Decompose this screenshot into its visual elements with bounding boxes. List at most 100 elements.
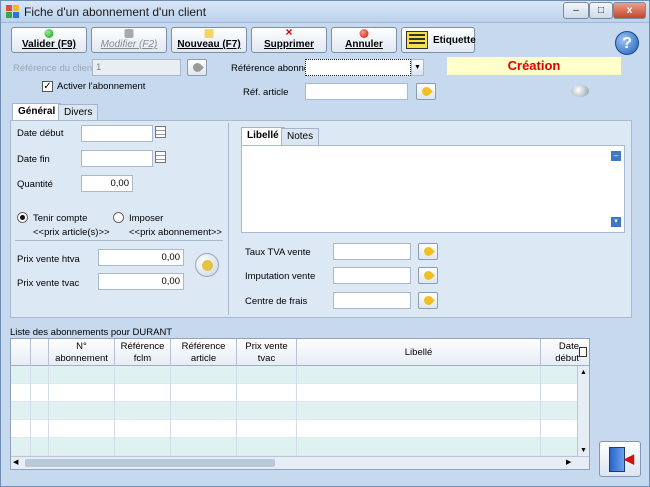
green-light-icon: [44, 29, 54, 38]
ref-article-label: Réf. article: [243, 87, 289, 98]
centre-frais-field[interactable]: [333, 292, 411, 309]
column-divider: [228, 123, 229, 315]
prix-abonnement-sublabel: <<prix abonnement>>: [129, 227, 222, 238]
table-row[interactable]: [11, 366, 577, 384]
horizontal-scrollbar[interactable]: ◀ ▶: [11, 456, 589, 469]
column-header-ref-fclm[interactable]: Référence fclm: [115, 339, 171, 366]
date-fin-label: Date fin: [17, 154, 50, 165]
chevron-down-icon[interactable]: ▼: [411, 59, 424, 76]
column-header-libelle[interactable]: Libellé: [297, 339, 541, 366]
taux-tva-field[interactable]: [333, 243, 411, 260]
prix-htva-field[interactable]: 0,00: [98, 249, 184, 266]
window-title: Fiche d'un abonnement d'un client: [24, 5, 207, 19]
column-header-prix-tvac[interactable]: Prix vente tvac: [237, 339, 297, 366]
ref-client-label: Référence du client: [13, 63, 95, 74]
label-sheet-icon: [406, 31, 428, 49]
table-row[interactable]: [11, 402, 577, 420]
valider-button[interactable]: Valider (F9): [11, 27, 87, 53]
centre-frais-label: Centre de frais: [245, 296, 308, 307]
scrollbar-thumb[interactable]: [25, 459, 275, 467]
exit-button[interactable]: ◀: [599, 441, 641, 477]
column-header[interactable]: [31, 339, 49, 366]
scroll-down-icon[interactable]: ▾: [611, 217, 621, 227]
ref-article-lookup-button[interactable]: [416, 83, 436, 100]
table-row[interactable]: [11, 438, 577, 456]
tenir-compte-label: Tenir compte: [33, 213, 88, 224]
lookup-arrow-icon: [422, 245, 435, 258]
scroll-up-icon[interactable]: ▲: [579, 368, 588, 377]
help-icon[interactable]: ?: [615, 31, 639, 55]
table-row[interactable]: [11, 420, 577, 438]
ref-client-lookup-button[interactable]: [187, 59, 207, 76]
column-header-numero[interactable]: N° abonnement: [49, 339, 115, 366]
modifier-button[interactable]: Modifier (F2): [91, 27, 167, 53]
pencil-icon: [124, 29, 134, 38]
app-icon: [6, 5, 19, 18]
quantite-field[interactable]: 0,00: [81, 175, 133, 192]
activer-checkbox[interactable]: ✓: [42, 81, 53, 92]
maximize-button[interactable]: □: [589, 2, 613, 19]
lookup-arrow-icon: [420, 85, 433, 98]
taux-tva-label: Taux TVA vente: [245, 247, 311, 258]
imposer-radio[interactable]: [113, 212, 124, 223]
main-window: Fiche d'un abonnement d'un client – □ x …: [0, 0, 650, 487]
scroll-right-icon[interactable]: ▶: [566, 458, 575, 468]
taux-tva-lookup-button[interactable]: [418, 243, 438, 260]
calculator-icon[interactable]: [195, 253, 219, 277]
date-fin-field[interactable]: [81, 150, 153, 167]
column-header-date-debut[interactable]: Date début: [541, 339, 581, 366]
quantite-label: Quantité: [17, 179, 53, 190]
vertical-scrollbar[interactable]: ▲ ▼: [577, 366, 589, 457]
activer-label: Activer l'abonnement: [57, 81, 146, 92]
list-title: Liste des abonnements pour DURANT: [10, 327, 173, 338]
tab-libelle[interactable]: Libellé: [241, 127, 285, 145]
delete-x-icon: ×: [285, 25, 293, 39]
ref-abonne-label: Référence abonne: [231, 63, 310, 74]
prix-article-sublabel: <<prix article(s)>>: [33, 227, 110, 238]
ref-abonne-select[interactable]: [305, 59, 411, 76]
prix-tvac-label: Prix vente tvac: [17, 278, 80, 289]
calendar-icon[interactable]: [155, 151, 166, 163]
imputation-label: Imputation vente: [245, 271, 316, 282]
table-row[interactable]: [11, 384, 577, 402]
close-button[interactable]: x: [613, 2, 646, 19]
tab-divers[interactable]: Divers: [58, 104, 99, 121]
date-debut-label: Date début: [17, 128, 64, 139]
status-light-icon: [571, 85, 589, 97]
tenir-compte-radio[interactable]: [17, 212, 28, 223]
trash-icon[interactable]: [579, 347, 587, 357]
door-icon: [609, 447, 625, 472]
calendar-icon[interactable]: [155, 126, 166, 138]
imposer-label: Imposer: [129, 213, 164, 224]
new-document-icon: [204, 29, 214, 38]
red-light-icon: [359, 29, 369, 38]
status-badge: Création: [447, 57, 621, 75]
column-header-ref-article[interactable]: Référence article: [171, 339, 237, 366]
ref-article-field[interactable]: [305, 83, 408, 100]
centre-frais-lookup-button[interactable]: [418, 292, 438, 309]
abonnements-table[interactable]: N° abonnement Référence fclm Référence a…: [10, 338, 590, 470]
scroll-up-icon[interactable]: –: [611, 151, 621, 161]
tab-notes[interactable]: Notes: [281, 128, 320, 145]
column-header[interactable]: [11, 339, 31, 366]
nouveau-button[interactable]: Nouveau (F7): [171, 27, 247, 53]
minimize-button[interactable]: –: [563, 2, 589, 19]
etiquette-button[interactable]: Etiquette: [401, 27, 476, 53]
prix-tvac-field[interactable]: 0,00: [98, 273, 184, 290]
scroll-down-icon[interactable]: ▼: [579, 446, 588, 455]
tab-general[interactable]: Général: [12, 103, 62, 121]
exit-arrow-icon: ◀: [624, 451, 634, 466]
date-debut-field[interactable]: [81, 125, 153, 142]
divider: [15, 240, 223, 241]
prix-htva-label: Prix vente htva: [17, 254, 80, 265]
table-header: N° abonnement Référence fclm Référence a…: [11, 339, 589, 366]
ref-client-field[interactable]: 1: [92, 59, 181, 76]
title-bar: Fiche d'un abonnement d'un client – □ x: [1, 1, 649, 23]
libelle-textarea[interactable]: – ▾: [241, 145, 625, 233]
imputation-lookup-button[interactable]: [418, 267, 438, 284]
annuler-button[interactable]: Annuler: [331, 27, 397, 53]
imputation-field[interactable]: [333, 267, 411, 284]
lookup-arrow-icon: [191, 61, 204, 74]
scroll-left-icon[interactable]: ◀: [13, 458, 22, 468]
supprimer-button[interactable]: × Supprimer: [251, 25, 327, 53]
